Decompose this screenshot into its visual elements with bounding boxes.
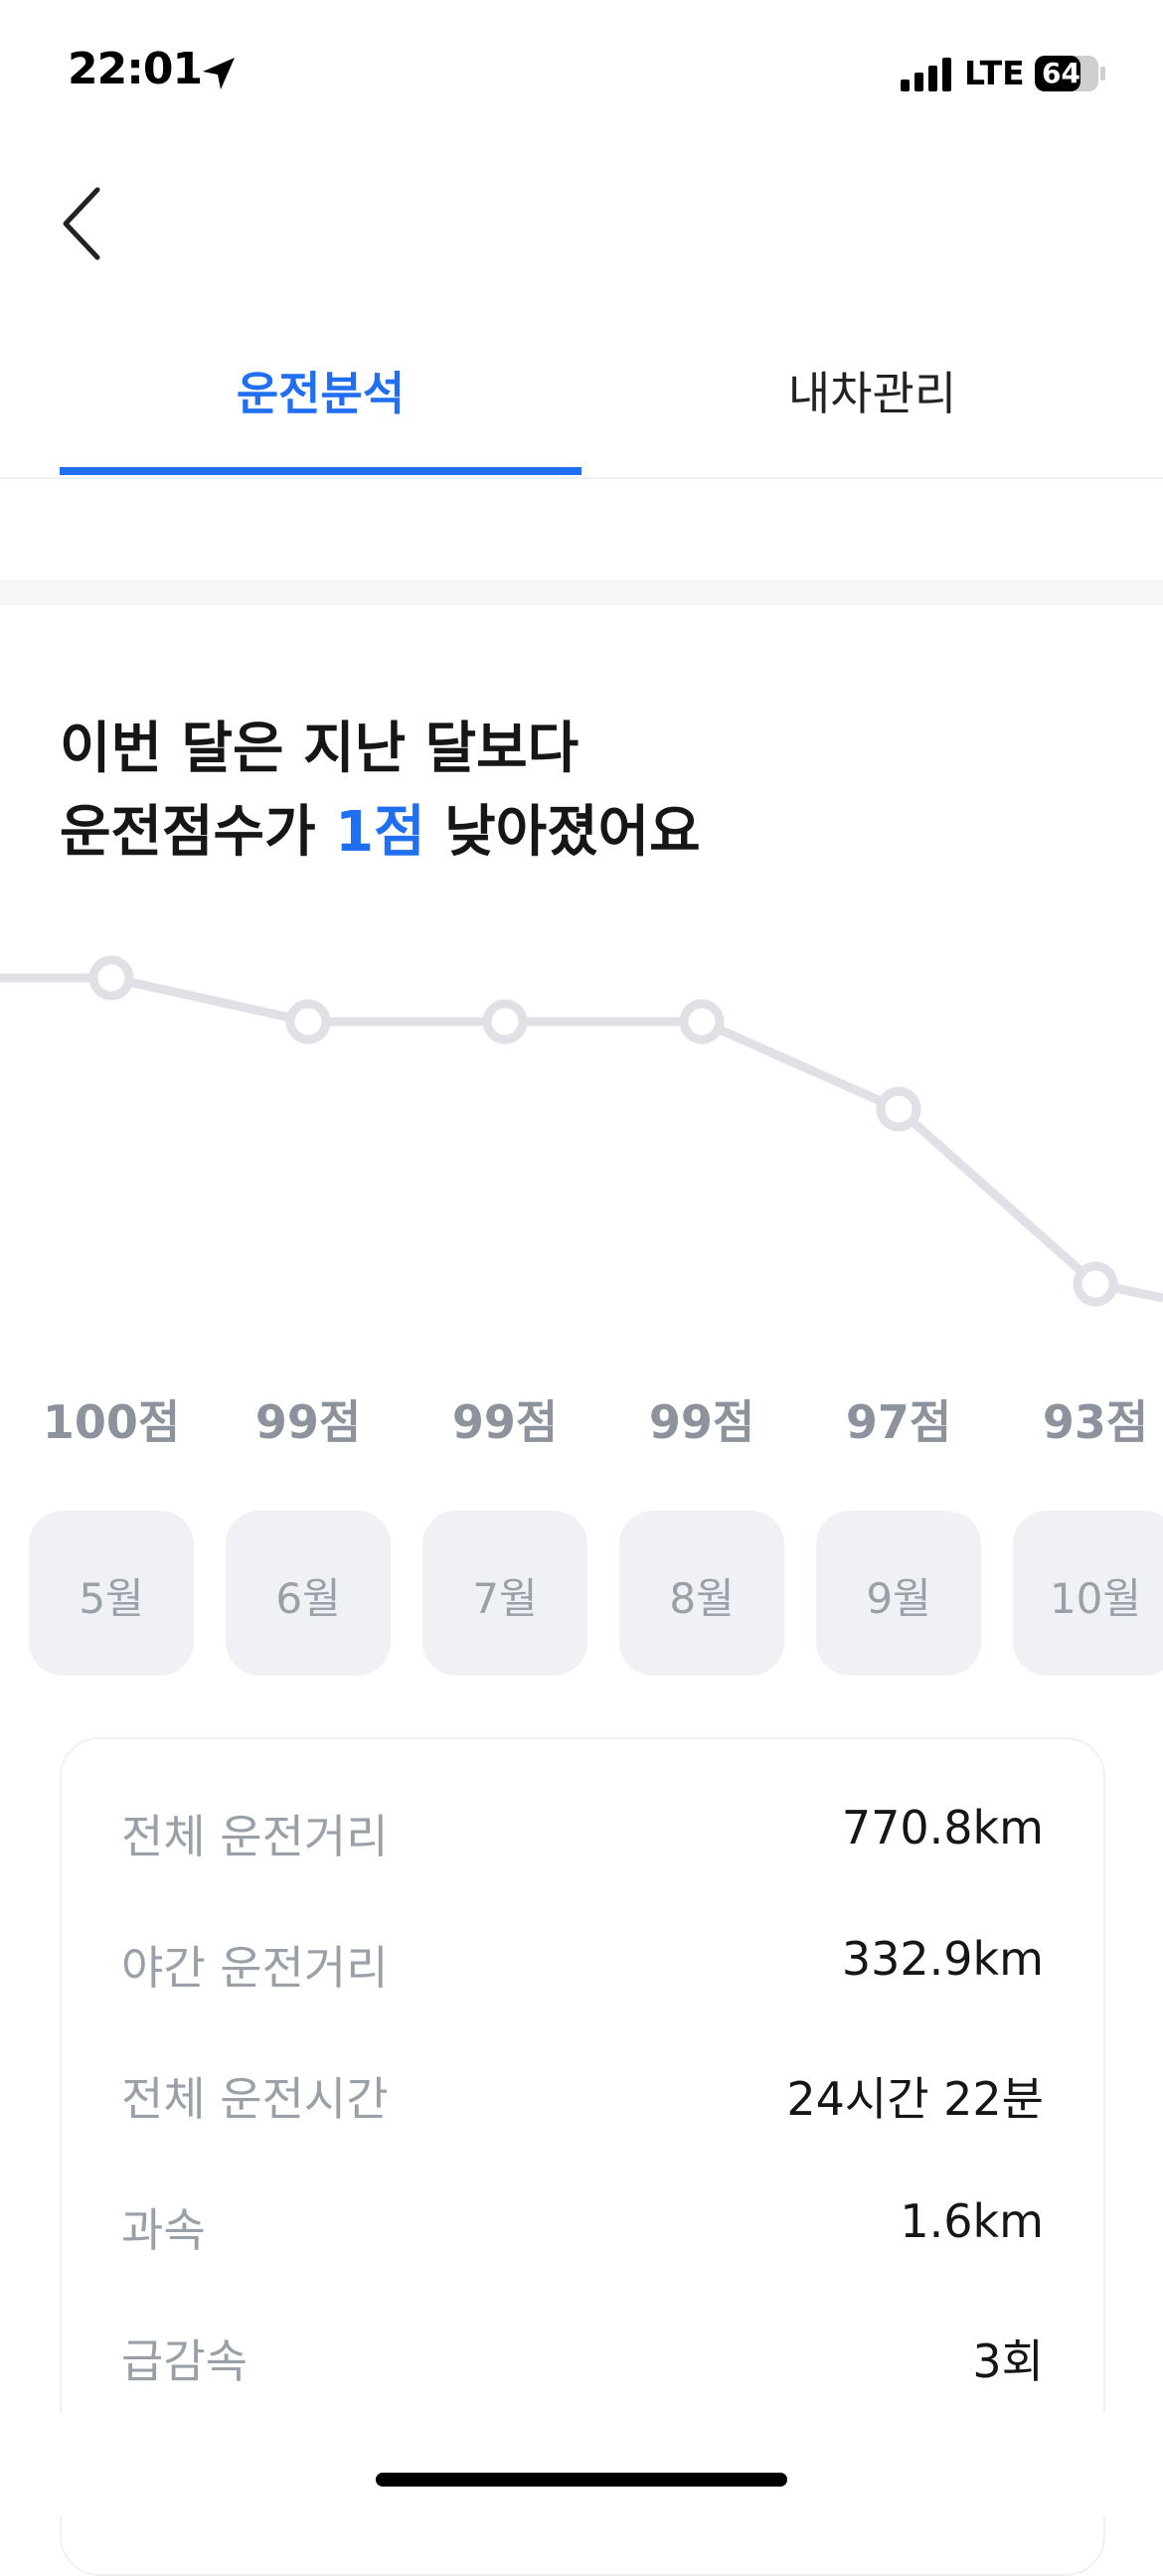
- month-label: 10월: [1049, 1574, 1142, 1623]
- score-point-3: [482, 999, 528, 1045]
- battery-icon: 64: [1034, 54, 1105, 93]
- month-chip-5[interactable]: 9월: [816, 1511, 981, 1676]
- month-label: 5월: [79, 1574, 144, 1623]
- month-label: 7월: [472, 1574, 538, 1623]
- headline-line2-suffix: 낮아졌어요: [424, 800, 701, 865]
- stat-value: 1.6km: [900, 2194, 1044, 2248]
- network-type: LTE: [964, 54, 1025, 92]
- stat-label: 과속: [121, 2203, 206, 2257]
- headline-line2-prefix: 운전점수가: [60, 800, 336, 865]
- cellular-signal-icon: [901, 58, 951, 91]
- score-headline: 이번 달은 지난 달보다 운전점수가 1점 낮아졌어요: [60, 708, 701, 875]
- month-chip-3[interactable]: 7월: [422, 1511, 587, 1676]
- section-divider: [0, 579, 1163, 605]
- active-tab-indicator: [60, 467, 582, 475]
- month-label: 9월: [866, 1574, 931, 1623]
- status-time: 22:01: [68, 44, 203, 94]
- stat-row: 전체 운전거리 770.8km: [121, 1801, 1044, 1880]
- month-chip-4[interactable]: 8월: [619, 1511, 784, 1676]
- score-point-4: [679, 999, 725, 1045]
- stat-value: 770.8km: [841, 1801, 1044, 1854]
- battery-level: 64: [1042, 57, 1080, 89]
- stat-row: 급감속 3회: [121, 2326, 1044, 2405]
- score-line: [0, 973, 1163, 1303]
- month-label: 6월: [275, 1574, 341, 1623]
- score-point-6: [1073, 1261, 1118, 1307]
- headline-line2: 운전점수가 1점 낮아졌어요: [60, 791, 701, 875]
- score-label-2: 99점: [254, 1395, 362, 1449]
- month-chip-2[interactable]: 6월: [226, 1511, 391, 1676]
- month-chip-1[interactable]: 5월: [29, 1511, 194, 1676]
- stat-label: 전체 운전거리: [121, 1810, 389, 1863]
- bottom-safe-area: [0, 2413, 1163, 2516]
- score-label-5: 97점: [845, 1395, 952, 1449]
- back-chevron-icon[interactable]: [58, 184, 107, 263]
- score-point-1: [88, 955, 134, 1001]
- stat-row: 과속 1.6km: [121, 2194, 1044, 2274]
- score-point-5: [876, 1086, 921, 1132]
- score-label-4: 99점: [648, 1395, 755, 1449]
- month-chip-6[interactable]: 10월: [1013, 1511, 1163, 1676]
- location-arrow-icon: [203, 58, 235, 89]
- stat-value: 3회: [972, 2334, 1044, 2388]
- stat-row: 야간 운전거리 332.9km: [121, 1932, 1044, 2012]
- status-bar: 22:01 LTE 64: [0, 0, 1163, 149]
- stat-label: 야간 운전거리: [121, 1941, 389, 1995]
- stat-value: 24시간 22분: [786, 2072, 1044, 2126]
- tab-bar: 운전분석 내차관리: [0, 328, 1163, 479]
- score-point-2: [285, 999, 331, 1045]
- score-label-6: 93점: [1042, 1395, 1149, 1449]
- score-label-1: 100점: [42, 1395, 181, 1449]
- tab-my-car[interactable]: 내차관리: [582, 358, 1163, 423]
- tab-driving-analysis[interactable]: 운전분석: [60, 358, 582, 423]
- month-label: 8월: [669, 1574, 735, 1623]
- home-indicator: [376, 2473, 787, 2487]
- score-label-3: 99점: [451, 1395, 559, 1449]
- stat-value: 332.9km: [841, 1932, 1044, 1986]
- score-line-chart: [0, 955, 1163, 1307]
- headline-score-diff: 1점: [335, 800, 425, 865]
- stat-label: 급감속: [121, 2334, 248, 2388]
- stat-label: 전체 운전시간: [121, 2072, 389, 2126]
- stat-row: 전체 운전시간 24시간 22분: [121, 2063, 1044, 2143]
- headline-line1: 이번 달은 지난 달보다: [60, 717, 580, 781]
